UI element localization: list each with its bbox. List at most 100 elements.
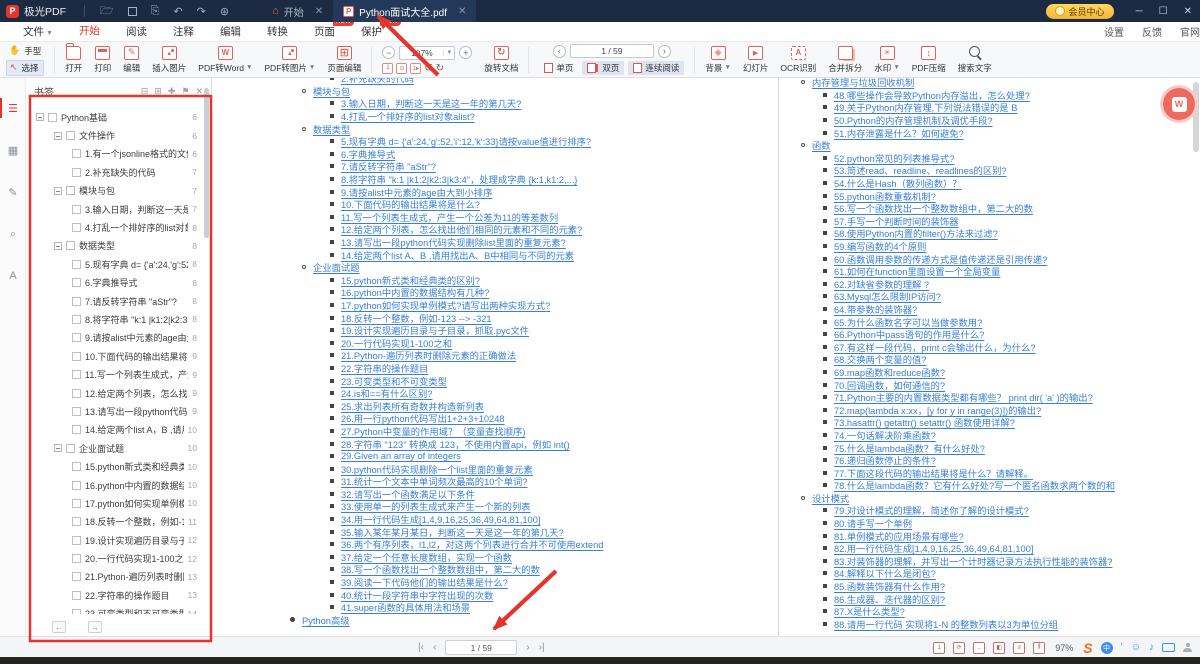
bookmark-item[interactable]: 16.python中内置的数据结...10 bbox=[26, 476, 211, 494]
checkbox-icon[interactable] bbox=[72, 260, 81, 269]
checkbox-icon[interactable] bbox=[66, 444, 75, 453]
bookmark-item[interactable]: 19.设计实现遍历目录与子目...12 bbox=[26, 531, 211, 549]
close-panel-icon[interactable]: ✕ bbox=[195, 86, 203, 97]
toc-link[interactable]: 2.补充缺失的代码 bbox=[341, 78, 414, 85]
toc-link[interactable]: 41.super函数的具体用法和场景 bbox=[341, 600, 470, 614]
expand-collapse-icon[interactable] bbox=[54, 187, 62, 195]
toolbar-button-page-edit[interactable]: 页面编辑 bbox=[321, 43, 367, 77]
toolbar-button-rotate-doc[interactable]: 旋转文档 bbox=[478, 43, 524, 77]
bookmark-item[interactable]: 15.python新式类和经典类...10 bbox=[26, 457, 211, 475]
checkbox-icon[interactable] bbox=[72, 407, 81, 416]
single-page-icon[interactable]: 1 bbox=[933, 642, 945, 654]
facing-pages-icon[interactable]: ⫼ bbox=[1033, 642, 1045, 654]
close-button[interactable]: ✕ bbox=[1184, 6, 1192, 17]
person-icon[interactable] bbox=[1183, 643, 1192, 652]
checkbox-icon[interactable] bbox=[72, 389, 81, 398]
checkbox-icon[interactable] bbox=[72, 499, 81, 508]
next-page-icon[interactable]: › bbox=[526, 642, 529, 653]
actual-size-icon[interactable]: 1▸ bbox=[410, 63, 421, 74]
undo-icon[interactable]: ↶ bbox=[173, 5, 182, 18]
bookmark-item[interactable]: 14.给定两个list A，B ,请用...10 bbox=[26, 421, 211, 439]
print-icon[interactable]: ⎘ bbox=[151, 5, 160, 18]
toolbar-button-slideshow[interactable]: 幻灯片 bbox=[737, 43, 775, 77]
checkbox-icon[interactable] bbox=[72, 352, 81, 361]
reader-mode-icon[interactable]: ≡ bbox=[1013, 642, 1025, 654]
toolbar-button-background[interactable]: 背景▼ bbox=[699, 43, 736, 77]
checkbox-icon[interactable] bbox=[72, 297, 81, 306]
tab-home[interactable]: ⌂ 开始 ✕ bbox=[262, 0, 333, 22]
bookmark-item[interactable]: 21.Python-遍历列表时删除...13 bbox=[26, 568, 211, 586]
prev-page-icon[interactable]: ‹ bbox=[433, 642, 436, 653]
menu-item-read[interactable]: 阅读 bbox=[124, 22, 149, 42]
bookmark-item[interactable]: 13.请写出一段python代码实...9 bbox=[26, 402, 211, 420]
floating-pdf-to-word-button[interactable]: W bbox=[1163, 88, 1195, 120]
thumbnails-panel-icon[interactable]: ▦ bbox=[0, 138, 26, 162]
bookmark-item[interactable]: 数据类型8 bbox=[26, 237, 211, 255]
checkbox-icon[interactable] bbox=[72, 462, 81, 471]
toc-link[interactable]: 78.什么是lambda函数？它有什么好处?写一个匿名函数求两个数的和 bbox=[834, 478, 1115, 492]
last-page-icon[interactable]: ›| bbox=[539, 642, 545, 653]
toolbar-button-pdf-to-word[interactable]: PDF转Word▼ bbox=[192, 43, 258, 77]
prev-bookmark-button[interactable]: ← bbox=[52, 621, 66, 633]
checkbox-icon[interactable] bbox=[72, 536, 81, 545]
sogou-logo-icon[interactable]: S bbox=[1083, 640, 1092, 656]
bookmarks-panel-icon[interactable]: ☰ bbox=[0, 96, 26, 120]
fit-page-icon[interactable]: 1 bbox=[382, 63, 393, 74]
rotate-left-icon[interactable]: ↺ bbox=[424, 63, 432, 74]
bookmark-item[interactable]: 18.反转一个整数，例如-123...11 bbox=[26, 513, 211, 531]
toolbar-button-watermark[interactable]: 水印▼ bbox=[868, 43, 905, 77]
checkbox-icon[interactable] bbox=[72, 517, 81, 526]
search-panel-icon[interactable]: ⌕ bbox=[0, 222, 26, 246]
fit-width-icon[interactable]: ⊙ bbox=[396, 63, 407, 74]
rotate-view-icon[interactable]: ⟳ bbox=[953, 642, 965, 654]
checkbox-icon[interactable] bbox=[72, 572, 81, 581]
microphone-icon[interactable]: ♪ bbox=[1149, 642, 1154, 653]
hand-tool-button[interactable]: ✋ 手型 bbox=[6, 44, 44, 58]
bookmark-item[interactable]: 模块与包7 bbox=[26, 182, 211, 200]
tab-document[interactable]: P Python面试大全.pdf ✕ bbox=[333, 0, 476, 22]
toolbar-button-open[interactable]: 打开 bbox=[59, 43, 88, 77]
bookmark-item[interactable]: 6.字典推导式8 bbox=[26, 274, 211, 292]
keyboard-icon[interactable] bbox=[1162, 643, 1175, 652]
zoom-in-button[interactable]: + bbox=[459, 46, 472, 59]
toc-link[interactable]: 51.内存泄露是什么？如何避免? bbox=[834, 126, 964, 140]
bookmark-scrollbar[interactable] bbox=[204, 88, 209, 238]
toolbar-button-edit[interactable]: 编辑 bbox=[117, 43, 146, 77]
checkbox-icon[interactable] bbox=[72, 168, 81, 177]
checkbox-icon[interactable] bbox=[72, 425, 81, 434]
auto-scroll-icon[interactable]: ‥ bbox=[973, 642, 985, 654]
bookmark-item[interactable]: 2.补充缺失的代码7 bbox=[26, 163, 211, 181]
annotations-panel-icon[interactable]: ✎ bbox=[0, 180, 26, 204]
toolbar-button-compress[interactable]: PDF压缩 bbox=[906, 43, 952, 77]
menu-right-feedback[interactable]: 反馈 bbox=[1142, 24, 1162, 39]
checkbox-icon[interactable] bbox=[72, 315, 81, 324]
minimize-button[interactable]: ─ bbox=[1136, 6, 1143, 17]
first-page-icon[interactable]: |‹ bbox=[418, 642, 424, 653]
next-page-button[interactable]: › bbox=[658, 45, 671, 58]
punctuation-icon[interactable]: ’ bbox=[1121, 642, 1123, 653]
checkbox-icon[interactable] bbox=[72, 481, 81, 490]
checkbox-icon[interactable] bbox=[72, 333, 81, 342]
bookmark-item[interactable]: 20.一行代码实现1-100之和12 bbox=[26, 549, 211, 567]
bookmark-item[interactable]: 11.写一个列表生成式，产生...9 bbox=[26, 365, 211, 383]
checkbox-icon[interactable] bbox=[72, 149, 81, 158]
menu-item-edit[interactable]: 编辑 bbox=[218, 22, 243, 42]
menu-item-protect[interactable]: 保护NEW bbox=[359, 22, 384, 42]
bookmark-item[interactable]: 22.字符串的操作题目13 bbox=[26, 586, 211, 604]
toc-link[interactable]: 28.字符串 "123" 转换成 123，不使用内置api，例如 int() bbox=[341, 437, 570, 451]
toolbar-button-pdf-to-image[interactable]: PDF转图片▼ bbox=[258, 43, 321, 77]
bookmark-item[interactable]: Python基础6 bbox=[26, 108, 211, 126]
bookmark-item[interactable]: 4.打乱一个排好序的list对象al...8 bbox=[26, 218, 211, 236]
bookmark-item[interactable]: 企业面试题10 bbox=[26, 439, 211, 457]
open-file-icon[interactable]: 🗁 bbox=[100, 2, 114, 21]
bookmark-item[interactable]: 3.输入日期，判断这一天是...7 bbox=[26, 200, 211, 218]
chevron-down-icon[interactable]: ▼ bbox=[443, 50, 454, 56]
chinese-mode-icon[interactable]: 中 bbox=[1101, 642, 1113, 654]
toolbar-button-print[interactable]: 打印 bbox=[88, 43, 117, 77]
expand-collapse-icon[interactable] bbox=[54, 132, 62, 140]
bookmark-item[interactable]: 12.给定两个列表，怎么找出...9 bbox=[26, 384, 211, 402]
menu-item-convert[interactable]: 转换 bbox=[265, 22, 290, 42]
pdf-scrollbar[interactable] bbox=[1193, 82, 1199, 152]
checkbox-icon[interactable] bbox=[66, 186, 75, 195]
collapse-all-icon[interactable]: ⊟ bbox=[141, 86, 149, 97]
